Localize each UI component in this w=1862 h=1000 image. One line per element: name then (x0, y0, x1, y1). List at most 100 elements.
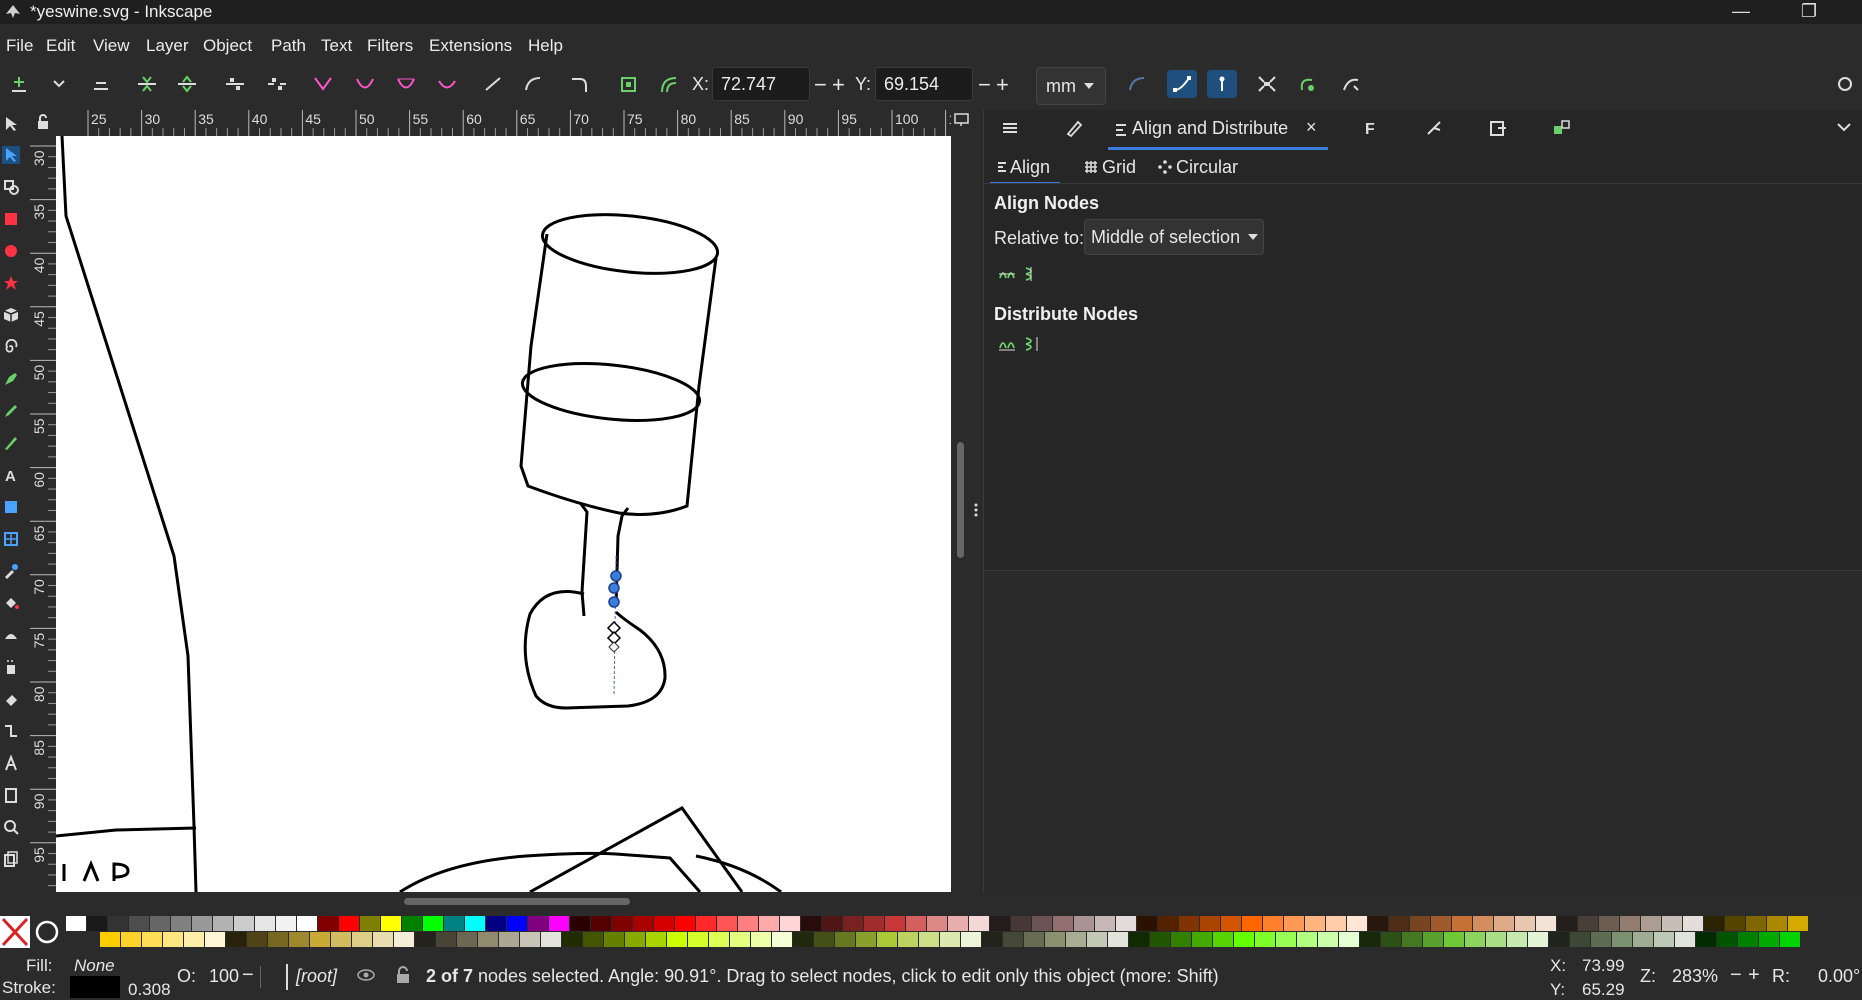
objects-tab-icon[interactable] (1552, 118, 1572, 143)
color-swatch[interactable] (730, 932, 750, 947)
zoom-tool-icon[interactable] (2, 818, 20, 836)
edit-mask-icon[interactable] (1336, 70, 1366, 98)
color-swatch[interactable] (1234, 932, 1254, 947)
color-swatch[interactable] (213, 916, 233, 931)
color-swatch[interactable] (927, 916, 947, 931)
color-swatch[interactable] (1717, 932, 1737, 947)
color-swatch[interactable] (793, 932, 813, 947)
make-cusp-icon[interactable] (308, 70, 338, 98)
color-swatch[interactable] (1620, 916, 1640, 931)
color-swatch[interactable] (1108, 932, 1128, 947)
canvas-display-icon[interactable] (953, 112, 971, 128)
color-swatch[interactable] (1557, 916, 1577, 931)
y-increment-button[interactable]: + (996, 72, 1009, 98)
dropper-tool-icon[interactable] (2, 562, 20, 580)
opacity-decrement-button[interactable]: − (242, 964, 254, 987)
color-swatch[interactable] (297, 916, 317, 931)
menu-extensions[interactable]: Extensions (429, 36, 512, 56)
selector-tool-icon[interactable] (2, 115, 20, 133)
add-corners-icon[interactable] (564, 70, 594, 98)
menu-path[interactable]: Path (271, 36, 306, 56)
color-swatch[interactable] (226, 932, 246, 947)
color-swatch[interactable] (717, 916, 737, 931)
no-paint-swatch[interactable] (0, 916, 30, 948)
menu-filters[interactable]: Filters (367, 36, 413, 56)
color-swatch[interactable] (1725, 916, 1745, 931)
color-swatch[interactable] (276, 916, 296, 931)
color-swatch[interactable] (583, 932, 603, 947)
menu-view[interactable]: View (93, 36, 130, 56)
color-swatch[interactable] (1339, 932, 1359, 947)
color-swatch[interactable] (1326, 916, 1346, 931)
color-swatch[interactable] (709, 932, 729, 947)
color-swatch[interactable] (604, 932, 624, 947)
node-tool-icon[interactable] (2, 146, 20, 164)
color-swatch[interactable] (1473, 916, 1493, 931)
drawing-canvas[interactable] (56, 136, 951, 892)
pencil-tool-icon[interactable] (2, 402, 20, 420)
color-swatch[interactable] (507, 916, 527, 931)
eraser-tool-icon[interactable] (2, 690, 20, 708)
color-swatch[interactable] (675, 916, 695, 931)
menu-text[interactable]: Text (321, 36, 352, 56)
color-swatch[interactable] (234, 916, 254, 931)
color-swatch[interactable] (549, 916, 569, 931)
color-swatch[interactable] (1095, 916, 1115, 931)
color-swatch[interactable] (1284, 916, 1304, 931)
unit-selector[interactable]: mm (1036, 67, 1106, 105)
color-swatch[interactable] (402, 916, 422, 931)
color-swatch[interactable] (373, 932, 393, 947)
color-swatch[interactable] (436, 932, 456, 947)
color-swatch[interactable] (289, 932, 309, 947)
spiral-tool-icon[interactable] (2, 338, 20, 356)
color-swatch[interactable] (612, 916, 632, 931)
color-swatch[interactable] (1255, 932, 1275, 947)
horizontal-scrollbar[interactable] (404, 898, 630, 905)
color-swatch[interactable] (1242, 916, 1262, 931)
color-swatch[interactable] (864, 916, 884, 931)
make-auto-smooth-icon[interactable] (432, 70, 462, 98)
color-swatch[interactable] (1402, 932, 1422, 947)
color-swatch[interactable] (520, 932, 540, 947)
color-swatch[interactable] (1305, 916, 1325, 931)
color-swatch[interactable] (318, 916, 338, 931)
color-swatch[interactable] (205, 932, 225, 947)
zoom-value[interactable]: 283% (1672, 966, 1718, 987)
minimize-button[interactable]: — (1718, 0, 1764, 24)
color-swatch[interactable] (121, 932, 141, 947)
menu-edit[interactable]: Edit (46, 36, 75, 56)
color-swatch[interactable] (310, 932, 330, 947)
fill-stroke-tab-icon[interactable] (1064, 118, 1084, 143)
object-to-path-icon[interactable] (614, 70, 644, 98)
mesh-tool-icon[interactable] (2, 530, 20, 548)
color-swatch[interactable] (1662, 916, 1682, 931)
vertical-ruler[interactable]: 30 35 40 45 50 55 60 65 70 75 80 85 90 95 (30, 136, 57, 892)
color-swatch[interactable] (1179, 916, 1199, 931)
color-swatch[interactable] (108, 916, 128, 931)
color-swatch[interactable] (1423, 932, 1443, 947)
color-swatch[interactable] (1704, 916, 1724, 931)
color-swatch[interactable] (772, 932, 792, 947)
color-swatch[interactable] (1696, 932, 1716, 947)
color-swatch[interactable] (129, 916, 149, 931)
color-swatch[interactable] (835, 932, 855, 947)
color-swatch[interactable] (856, 932, 876, 947)
subtab-circular[interactable]: Circular (1152, 154, 1252, 184)
color-swatch[interactable] (1381, 932, 1401, 947)
color-swatch[interactable] (591, 916, 611, 931)
text-font-tab-icon[interactable]: F (1362, 118, 1382, 143)
make-symmetric-icon[interactable] (391, 70, 421, 98)
color-swatch[interactable] (1074, 916, 1094, 931)
color-swatch[interactable] (1318, 932, 1338, 947)
menu-file[interactable]: File (6, 36, 33, 56)
xml-editor-tab-icon[interactable] (1424, 118, 1444, 143)
color-swatch[interactable] (1675, 932, 1695, 947)
color-swatch[interactable] (1171, 932, 1191, 947)
color-swatch[interactable] (247, 932, 267, 947)
align-nodes-vertical-icon[interactable] (1022, 266, 1040, 287)
color-swatch[interactable] (1507, 932, 1527, 947)
color-swatch[interactable] (877, 932, 897, 947)
color-swatch[interactable] (1129, 932, 1149, 947)
subtab-align[interactable]: Align (990, 154, 1060, 184)
paint-bucket-tool-icon[interactable] (2, 594, 20, 612)
